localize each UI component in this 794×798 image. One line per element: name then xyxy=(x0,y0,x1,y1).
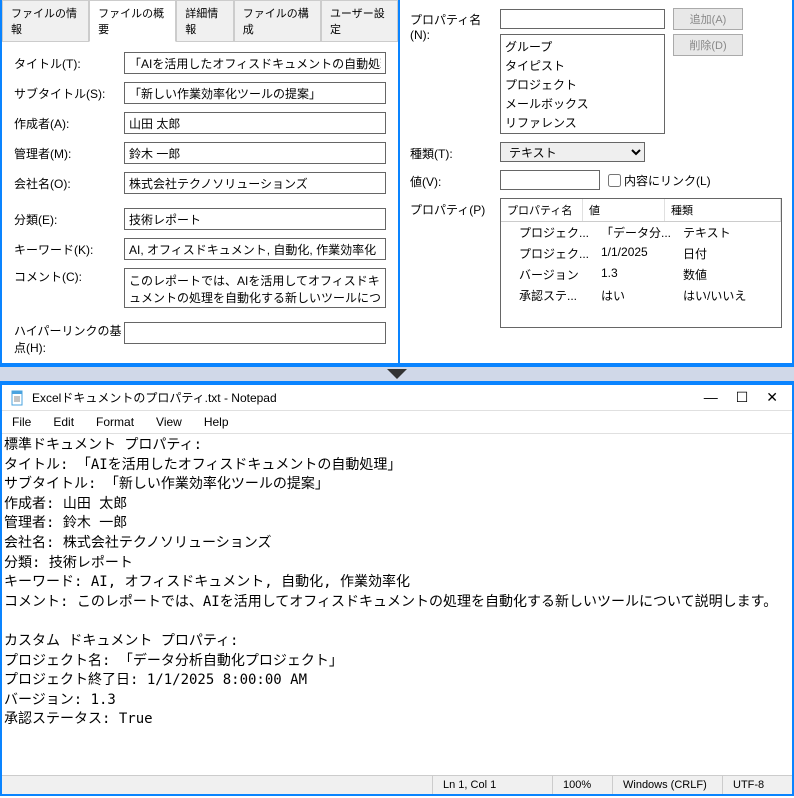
list-item[interactable]: メールボックス xyxy=(503,94,662,113)
link-content-label: 内容にリンク(L) xyxy=(624,172,711,189)
statusbar: Ln 1, Col 1 100% Windows (CRLF) UTF-8 xyxy=(2,775,792,794)
summary-form: タイトル(T): サブタイトル(S): 作成者(A): 管理者(M): 会社名(… xyxy=(2,42,398,374)
comment-input[interactable]: このレポートでは、AIを活用してオフィスドキュメントの処理を自動化する新しいツー… xyxy=(124,268,386,308)
maximize-button[interactable]: ☐ xyxy=(736,389,749,406)
category-input[interactable] xyxy=(124,208,386,230)
th-name: プロパティ名 xyxy=(501,199,583,221)
close-button[interactable]: ✕ xyxy=(766,389,778,406)
status-zoom: 100% xyxy=(552,776,612,794)
menu-format[interactable]: Format xyxy=(92,413,138,431)
list-item[interactable]: リンク元 xyxy=(503,132,662,134)
tab-details[interactable]: 詳細情報 xyxy=(176,0,234,41)
properties-dialog: ファイルの情報 ファイルの概要 詳細情報 ファイルの構成 ユーザー設定 タイトル… xyxy=(0,0,794,365)
table-row[interactable]: プロジェク...「データ分...テキスト xyxy=(501,222,781,243)
category-label: 分類(E): xyxy=(14,211,124,228)
manager-label: 管理者(M): xyxy=(14,145,124,162)
tab-file-summary[interactable]: ファイルの概要 xyxy=(89,0,176,42)
table-row[interactable]: プロジェク...1/1/2025日付 xyxy=(501,243,781,264)
link-content-checkbox[interactable]: 内容にリンク(L) xyxy=(608,172,711,189)
status-position: Ln 1, Col 1 xyxy=(432,776,552,794)
table-row[interactable]: バージョン1.3数値 xyxy=(501,264,781,285)
notepad-textarea[interactable]: 標準ドキュメント プロパティ: タイトル: 「AIを活用したオフィスドキュメント… xyxy=(2,434,792,775)
subtitle-label: サブタイトル(S): xyxy=(14,85,124,102)
menu-edit[interactable]: Edit xyxy=(49,413,78,431)
custom-properties-panel: プロパティ名(N): 追加(A) グループ タイピスト プロジェクト メールボッ… xyxy=(400,0,792,363)
propname-label: プロパティ名(N): xyxy=(410,8,500,42)
type-label: 種類(T): xyxy=(410,142,500,162)
hyperlink-input[interactable] xyxy=(124,322,386,344)
keywords-input[interactable] xyxy=(124,238,386,260)
propname-listbox[interactable]: グループ タイピスト プロジェクト メールボックス リファレンス リンク元 xyxy=(500,34,665,134)
left-panel: ファイルの情報 ファイルの概要 詳細情報 ファイルの構成 ユーザー設定 タイトル… xyxy=(2,0,400,363)
manager-input[interactable] xyxy=(124,142,386,164)
value-label: 値(V): xyxy=(410,170,500,190)
link-content-check[interactable] xyxy=(608,174,621,187)
property-label: プロパティ(P) xyxy=(410,198,500,218)
table-row[interactable]: 承認ステ...はいはい/いいえ xyxy=(501,285,781,306)
property-table[interactable]: プロパティ名 値 種類 プロジェク...「データ分...テキスト プロジェク..… xyxy=(500,198,782,328)
author-input[interactable] xyxy=(124,112,386,134)
menu-view[interactable]: View xyxy=(152,413,186,431)
type-select[interactable]: テキスト xyxy=(500,142,645,162)
keywords-label: キーワード(K): xyxy=(14,241,124,258)
tab-file-info[interactable]: ファイルの情報 xyxy=(2,0,89,41)
title-input[interactable] xyxy=(124,52,386,74)
minimize-button[interactable]: — xyxy=(704,389,718,406)
menu-help[interactable]: Help xyxy=(200,413,233,431)
th-value: 値 xyxy=(583,199,665,221)
th-type: 種類 xyxy=(665,199,781,221)
list-item[interactable]: グループ xyxy=(503,37,662,56)
notepad-icon xyxy=(10,390,26,406)
window-title: Excelドキュメントのプロパティ.txt - Notepad xyxy=(32,389,704,406)
subtitle-input[interactable] xyxy=(124,82,386,104)
tab-user-settings[interactable]: ユーザー設定 xyxy=(321,0,398,41)
hyperlink-label: ハイパーリンクの基点(H): xyxy=(14,322,124,356)
company-label: 会社名(O): xyxy=(14,175,124,192)
list-item[interactable]: リファレンス xyxy=(503,113,662,132)
author-label: 作成者(A): xyxy=(14,115,124,132)
table-header: プロパティ名 値 種類 xyxy=(501,199,781,222)
company-input[interactable] xyxy=(124,172,386,194)
list-item[interactable]: タイピスト xyxy=(503,56,662,75)
comment-label: コメント(C): xyxy=(14,268,124,285)
menu-file[interactable]: File xyxy=(8,413,35,431)
menubar: File Edit Format View Help xyxy=(2,411,792,434)
titlebar[interactable]: Excelドキュメントのプロパティ.txt - Notepad — ☐ ✕ xyxy=(2,385,792,411)
notepad-window: Excelドキュメントのプロパティ.txt - Notepad — ☐ ✕ Fi… xyxy=(0,383,794,796)
list-item[interactable]: プロジェクト xyxy=(503,75,662,94)
down-arrow-icon xyxy=(385,367,409,381)
tab-bar: ファイルの情報 ファイルの概要 詳細情報 ファイルの構成 ユーザー設定 xyxy=(2,0,398,42)
add-button[interactable]: 追加(A) xyxy=(673,8,743,30)
delete-button[interactable]: 削除(D) xyxy=(673,34,743,56)
title-label: タイトル(T): xyxy=(14,55,124,72)
status-encoding: UTF-8 xyxy=(722,776,792,794)
value-input[interactable] xyxy=(500,170,600,190)
status-eol: Windows (CRLF) xyxy=(612,776,722,794)
tab-file-structure[interactable]: ファイルの構成 xyxy=(234,0,321,41)
propname-input[interactable] xyxy=(500,9,665,29)
